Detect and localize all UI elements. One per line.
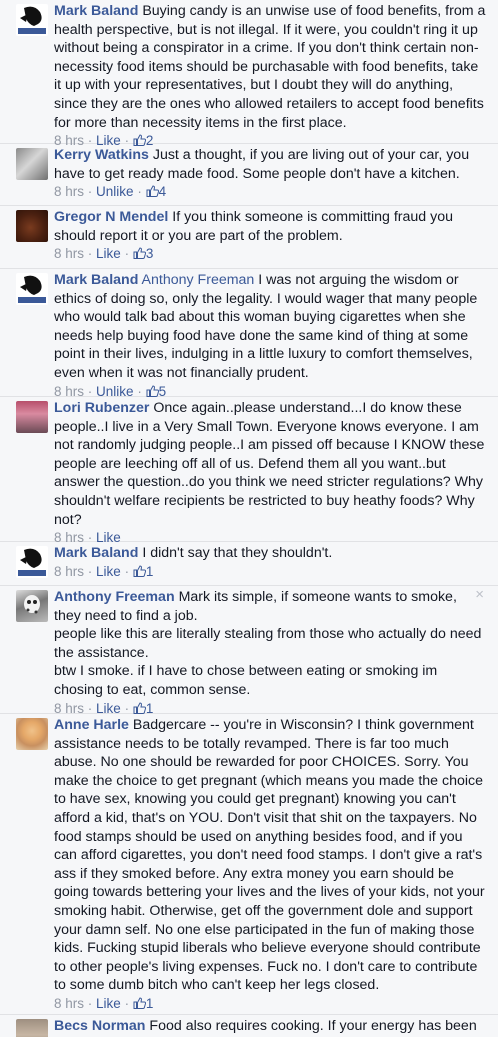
comment-author[interactable]: Gregor N Mendel xyxy=(54,209,168,225)
comment-text: Badgercare -- you're in Wisconsin? I thi… xyxy=(54,717,485,994)
comment: Gregor N Mendel If you think someone is … xyxy=(0,206,498,269)
thumbs-up-icon xyxy=(146,385,159,397)
comment: Anne Harle Badgercare -- you're in Wisco… xyxy=(0,714,498,1015)
comment-text: I was not arguing the wisdom or ethics o… xyxy=(54,272,478,381)
comment: Lori Rubenzer Once again..please underst… xyxy=(0,397,498,545)
comment-author[interactable]: Kerry Watkins xyxy=(54,147,149,163)
comment-text-line: btw I smoke. if I have to chose between … xyxy=(54,663,438,698)
avatar[interactable] xyxy=(16,273,48,305)
avatar[interactable] xyxy=(16,718,48,750)
comment-author[interactable]: Mark Baland xyxy=(54,545,138,561)
timestamp[interactable]: 8 hrs xyxy=(54,246,84,261)
timestamp[interactable]: 8 hrs xyxy=(54,996,84,1011)
comment-author[interactable]: Anthony Freeman xyxy=(54,589,175,605)
thumbs-up-icon xyxy=(133,997,146,1009)
like-count[interactable]: 3 xyxy=(133,246,153,261)
thumbs-up-icon xyxy=(133,247,146,260)
comment: Becs Norman Food also requires cooking. … xyxy=(0,1015,498,1037)
timestamp[interactable]: 8 hrs xyxy=(54,184,84,199)
comment-meta: 8 hrs · Like · 1 xyxy=(54,563,154,579)
comment: Mark Baland Anthony Freeman I was not ar… xyxy=(0,269,498,399)
comment: Kerry Watkins Just a thought, if you are… xyxy=(0,144,498,206)
avatar[interactable] xyxy=(16,210,48,242)
comment: × Anthony Freeman Mark its simple, if so… xyxy=(0,586,498,716)
like-link[interactable]: Like xyxy=(96,564,121,579)
comment-meta: 8 hrs · Like · 1 xyxy=(54,995,154,1011)
thumbs-up-icon xyxy=(146,185,159,198)
avatar[interactable] xyxy=(16,546,48,578)
timestamp[interactable]: 8 hrs xyxy=(54,564,84,579)
like-link[interactable]: Like xyxy=(96,996,121,1011)
comment-text: Once again..please understand...I do kno… xyxy=(54,400,485,528)
unlike-link[interactable]: Unlike xyxy=(96,184,134,199)
like-link[interactable]: Like xyxy=(96,246,121,261)
avatar[interactable] xyxy=(16,401,48,433)
avatar[interactable] xyxy=(16,4,48,36)
comment-author[interactable]: Becs Norman xyxy=(54,1018,145,1034)
comment: Mark Baland Buying candy is an unwise us… xyxy=(0,0,498,148)
comment-text: Buying candy is an unwise use of food be… xyxy=(54,3,486,131)
comment-text: I didn't say that they shouldn't. xyxy=(142,545,333,561)
comment-thread: Mark Baland Buying candy is an unwise us… xyxy=(0,0,498,1037)
comment-author[interactable]: Anne Harle xyxy=(54,717,129,733)
like-count[interactable]: 1 xyxy=(133,564,153,579)
comment-author[interactable]: Mark Baland xyxy=(54,3,138,19)
avatar[interactable] xyxy=(16,590,48,622)
avatar[interactable] xyxy=(16,1019,48,1037)
like-count[interactable]: 4 xyxy=(146,184,166,199)
avatar[interactable] xyxy=(16,148,48,180)
comment-meta: 8 hrs · Unlike · 4 xyxy=(54,184,167,200)
comment-meta: 8 hrs · Like · 3 xyxy=(54,246,154,262)
mention-link[interactable]: Anthony Freeman xyxy=(142,272,255,288)
like-count[interactable]: 1 xyxy=(133,996,153,1011)
comment-text-line: people like this are literally stealing … xyxy=(54,626,482,661)
comment-text: Food also requires cooking. If your ener… xyxy=(149,1018,477,1034)
thumbs-up-icon xyxy=(133,565,146,577)
comment-author[interactable]: Mark Baland xyxy=(54,272,138,288)
comment-author[interactable]: Lori Rubenzer xyxy=(54,400,149,416)
thumbs-up-icon xyxy=(133,702,146,714)
comment: Mark Baland I didn't say that they shoul… xyxy=(0,542,498,586)
